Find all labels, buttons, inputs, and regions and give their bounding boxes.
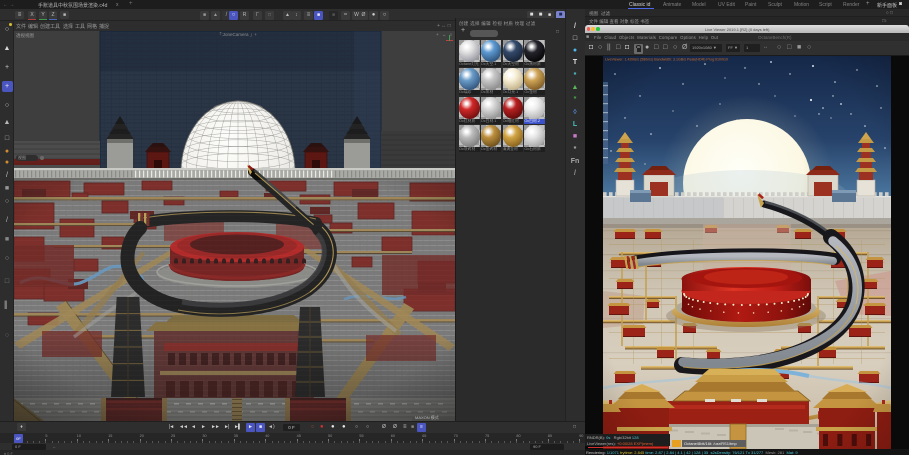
svg-text:LiveViewer: 1.42Ms/s (580ms) B: LiveViewer: 1.42Ms/s (580ms) Bandwidth: …	[605, 58, 728, 62]
